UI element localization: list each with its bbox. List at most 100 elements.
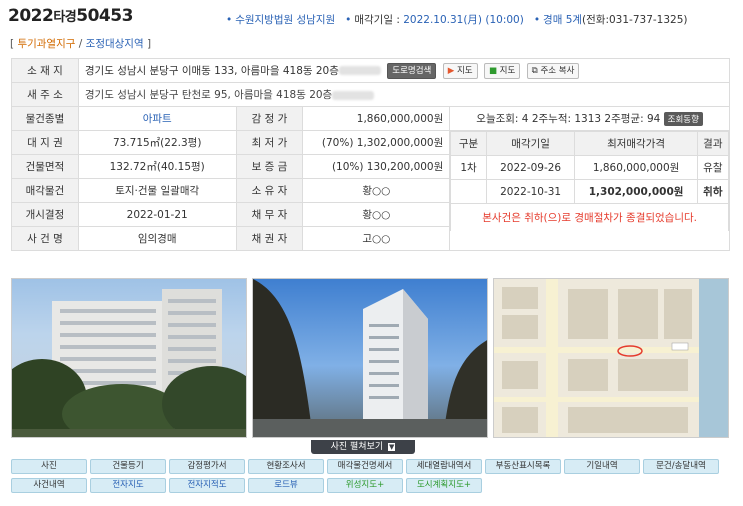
label-owner: 소 유 자 — [235, 178, 304, 203]
blurred-unit — [332, 90, 375, 100]
new-address-cell: 경기도 성남시 분당구 탄천로 95, 아름마을 418동 20층 — [77, 82, 731, 107]
sale-date-label: 매각기일 : — [354, 14, 400, 26]
zone-tags: [ 투기과열지구 / 조정대상지역 ] — [10, 36, 151, 51]
history-header-round: 구분 — [450, 131, 487, 156]
history-price: 1,860,000,000원 — [574, 155, 698, 180]
tag-separator: / — [78, 38, 83, 50]
copy-address-label: 주소 복사 — [540, 65, 575, 76]
department: 경매 5계 — [543, 14, 583, 26]
history-round — [450, 179, 487, 204]
photo-apartment-tower[interactable] — [252, 278, 488, 438]
bracket-close: ] — [146, 38, 152, 50]
land-right: 73.715㎡(22.3평) — [77, 130, 237, 155]
debtor: 황○○ — [302, 202, 451, 227]
copy-address-button[interactable]: ⧉ 주소 복사 — [526, 62, 580, 79]
map-logo-icon: ■ — [488, 65, 497, 76]
label-new-address: 새 주 소 — [11, 82, 79, 107]
bullet-icon: • — [226, 14, 233, 26]
label-old-address: 소 재 지 — [11, 58, 79, 83]
history-date: 2022-09-26 — [485, 155, 576, 180]
documents-delivery-button[interactable]: 문건/송달내역 — [643, 459, 719, 474]
new-address: 경기도 성남시 분당구 탄천로 95, 아름마을 418동 20층 — [84, 89, 333, 101]
building-registry-button[interactable]: 건물등기 — [90, 459, 166, 474]
history-result: 취하 — [696, 179, 729, 204]
label-appraisal: 감 정 가 — [235, 106, 304, 131]
photo-apartment-front[interactable] — [11, 278, 247, 438]
map-button-1[interactable]: ▶ 지도 — [442, 62, 478, 79]
sale-date: 2022.10.31(月) (10:00) — [403, 14, 524, 26]
label-property-type: 물건종별 — [11, 106, 79, 131]
history-header-price: 최저매각가격 — [574, 131, 698, 156]
deposit: (10%) 130,200,000원 — [302, 154, 451, 179]
old-address-cell: 경기도 성남시 분당구 이매동 133, 아름마을 418동 20층 도로명검색… — [77, 58, 731, 83]
road-search-button[interactable]: 도로명검색 — [387, 62, 437, 79]
sale-spec-button[interactable]: 매각물건명세서 — [327, 459, 403, 474]
status-survey-button[interactable]: 현황조사서 — [248, 459, 324, 474]
sale-object: 토지·건물 일괄매각 — [77, 178, 237, 203]
header-info: • 수원지방법원 성남지원 • 매각기일 : 2022.10.31(月) (10:0… — [226, 12, 687, 27]
chevron-down-icon: ▼ — [388, 443, 396, 451]
appraisal-report-button[interactable]: 감정평가서 — [169, 459, 245, 474]
map-button-1-label: 지도 — [456, 65, 473, 76]
copy-icon: ⧉ — [531, 65, 538, 76]
photo-button[interactable]: 사진 — [11, 459, 87, 474]
tenant-list-button[interactable]: 세대열람내역서 — [406, 459, 482, 474]
old-address: 경기도 성남시 분당구 이매동 133, 아름마을 418동 20층 — [84, 64, 339, 77]
case-type: 타경 — [53, 10, 77, 25]
department-phone: (전화:031-737-1325) — [582, 14, 688, 26]
expand-photos-button[interactable]: 사진 펼쳐보기 ▼ — [311, 440, 415, 454]
label-sale-object: 매각물건 — [11, 178, 79, 203]
label-building-area: 건물면적 — [11, 154, 79, 179]
apartment-front-image — [12, 289, 246, 437]
history-round: 1차 — [450, 155, 487, 180]
label-creditor: 채 권 자 — [235, 226, 304, 251]
sale-history-table: 구분 매각기일 최저매각가격 결과 1차 2022-09-26 1,860,00… — [450, 131, 729, 231]
appraisal-value: 1,860,000,000원 — [302, 106, 451, 131]
case-closed-notice: 본사건은 취하(으)로 경매절차가 종결되었습니다. — [450, 203, 729, 231]
case-history-button[interactable]: 사건내역 — [11, 478, 87, 493]
history-date: 2022-10-31 — [485, 179, 576, 204]
tag-speculation-zone: 투기과열지구 — [17, 38, 76, 50]
date-history-button[interactable]: 기일내역 — [564, 459, 640, 474]
label-start-decision: 개시결정 — [11, 202, 79, 227]
property-list-button[interactable]: 부동산표시목록 — [485, 459, 561, 474]
bullet-icon: • — [533, 14, 541, 26]
history-header-date: 매각기일 — [485, 131, 576, 156]
label-case-name: 사 건 명 — [11, 226, 79, 251]
owner: 황○○ — [302, 178, 451, 203]
court-name[interactable]: 수원지방법원 성남지원 — [235, 14, 335, 26]
label-min-price: 최 저 가 — [235, 130, 304, 155]
label-debtor: 채 무 자 — [235, 202, 304, 227]
view-trend-button[interactable]: 조회동향 — [663, 112, 703, 126]
history-header-result: 결과 — [696, 131, 729, 156]
case-number: 2022타경50453 — [8, 6, 133, 26]
case-num: 50453 — [76, 6, 133, 26]
road-view-button[interactable]: 로드뷰 — [248, 478, 324, 493]
label-deposit: 보 증 금 — [235, 154, 304, 179]
satellite-map-button[interactable]: 위성지도+ — [327, 478, 403, 493]
urban-plan-map-button[interactable]: 도시계획지도+ — [406, 478, 482, 493]
location-map-image — [494, 279, 728, 437]
case-name: 임의경매 — [77, 226, 237, 251]
map-button-2-label: 지도 — [499, 65, 516, 76]
case-year: 2022 — [8, 6, 54, 26]
min-price: (70%) 1,302,000,000원 — [302, 130, 451, 155]
building-area: 132.72㎡(40.15평) — [77, 154, 237, 179]
cadastral-map-button[interactable]: 전자지적도 — [169, 478, 245, 493]
view-stats: 오늘조회: 4 2주누적: 1313 2주평균: 94 조회동향 — [449, 106, 730, 131]
map-button-2[interactable]: ■ 지도 — [483, 62, 521, 79]
property-type: 아파트 — [77, 106, 237, 131]
creditor: 고○○ — [302, 226, 451, 251]
label-land-right: 대 지 권 — [11, 130, 79, 155]
bullet-icon: • — [345, 14, 352, 26]
e-map-button[interactable]: 전자지도 — [90, 478, 166, 493]
history-price: 1,302,000,000원 — [574, 179, 698, 204]
history-cell: 구분 매각기일 최저매각가격 결과 1차 2022-09-26 1,860,00… — [449, 130, 730, 251]
apartment-tower-image — [253, 279, 487, 437]
bracket-open: [ — [10, 38, 15, 50]
photo-location-map[interactable] — [493, 278, 729, 438]
history-result: 유찰 — [696, 155, 729, 180]
blurred-unit — [338, 66, 381, 75]
start-decision: 2022-01-21 — [77, 202, 237, 227]
tag-adjustment-zone: 조정대상지역 — [85, 38, 144, 50]
